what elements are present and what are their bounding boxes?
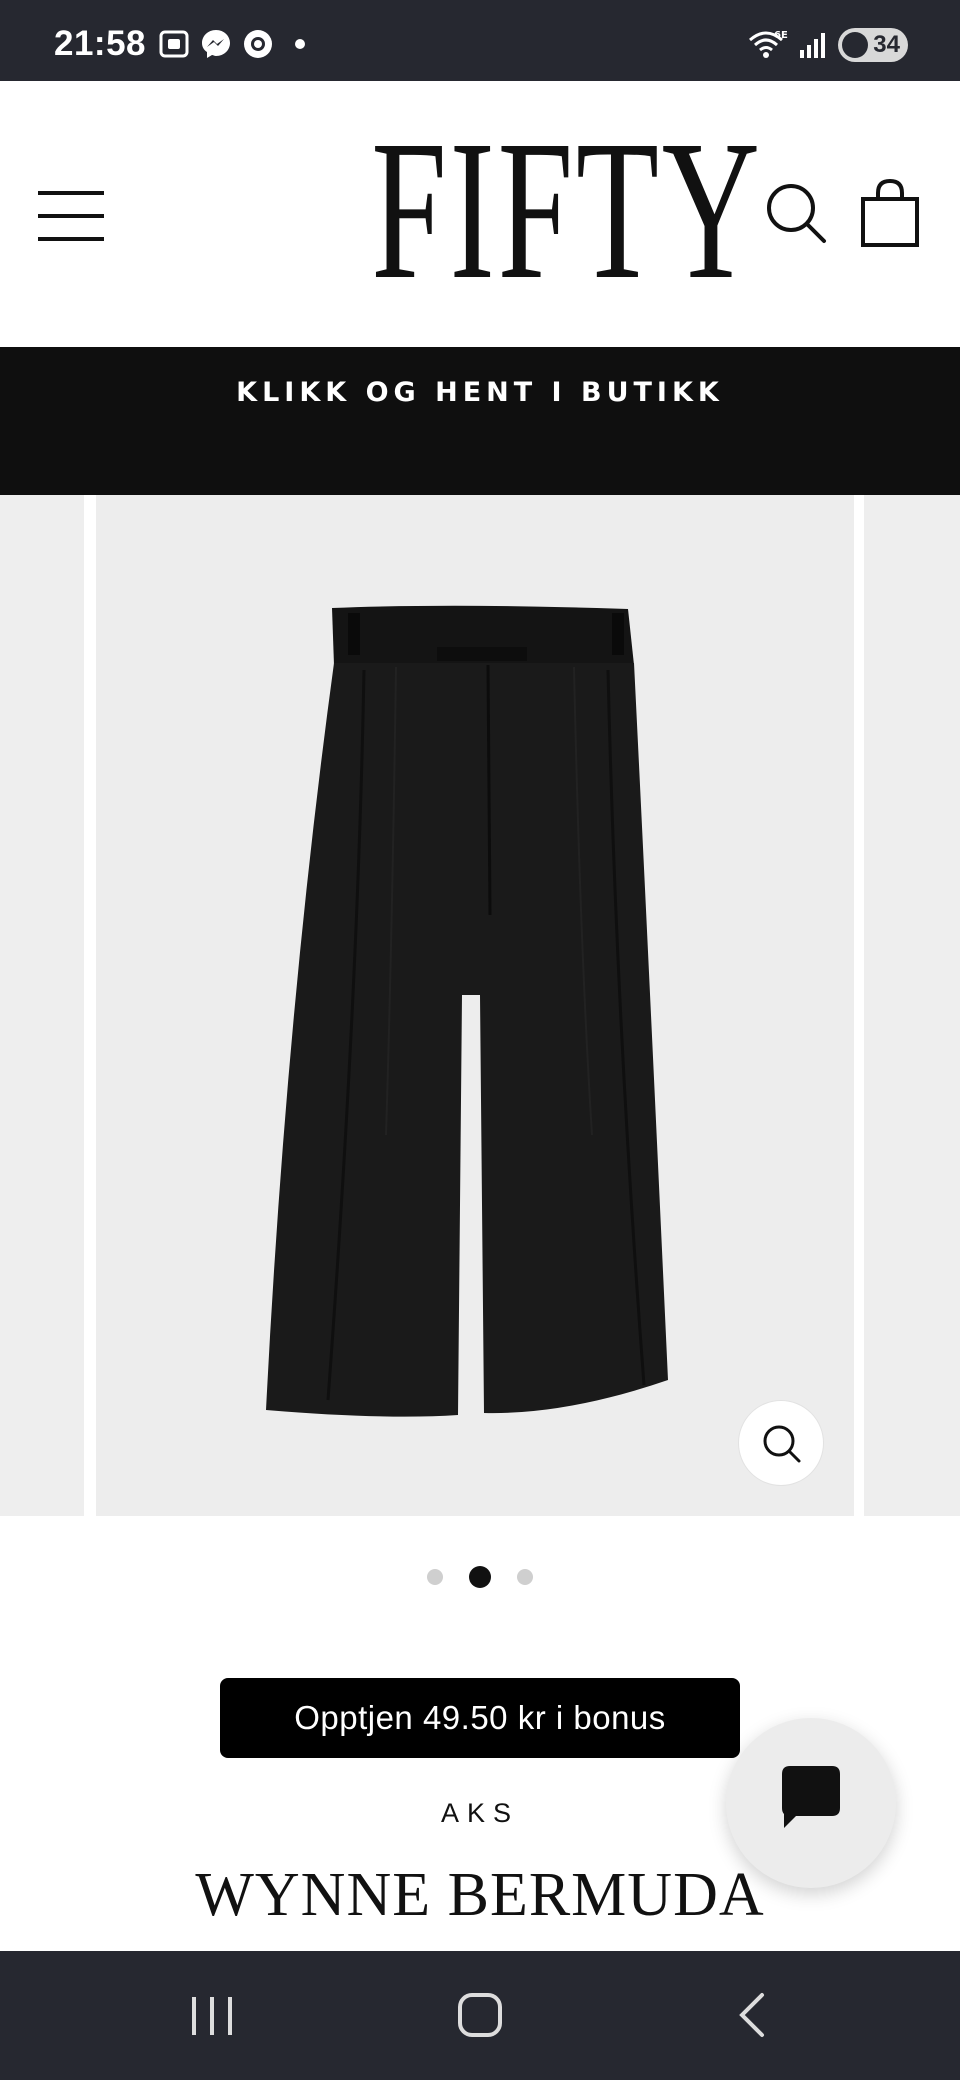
search-button[interactable] [764,181,828,245]
menu-icon-bar-top [38,191,104,195]
menu-icon-bar-bottom [38,237,104,241]
battery-level: 34 [873,31,900,58]
chrome-icon [244,30,272,58]
status-icons-right: 6E 34 [748,28,908,62]
menu-icon-bar-middle [38,214,104,218]
gallery-dot-3[interactable] [517,1569,533,1585]
bonus-badge: Opptjen 49.50 kr i bonus [220,1678,740,1758]
notification-dot-icon [295,39,305,49]
gallery-slide-previous[interactable] [0,495,84,1516]
battery-saver-icon [842,32,868,58]
gallery-dot-1[interactable] [427,1569,443,1585]
promo-banner[interactable]: KLIKK OG HENT I BUTIKK [0,347,960,495]
signal-icon [800,33,825,58]
status-icons-left [158,28,308,60]
messenger-icon [202,30,230,58]
cart-button[interactable] [858,177,922,249]
site-logo[interactable]: FIFTY [371,111,760,311]
search-icon [767,184,826,243]
wifi-6e-icon: 6E [749,30,788,58]
home-icon [458,1993,502,2037]
site-header: FIFTY [0,81,960,347]
chat-button[interactable] [726,1718,896,1888]
gallery-slide-next[interactable] [864,495,960,1516]
status-time: 21:58 [54,24,147,63]
home-button[interactable] [440,1985,520,2045]
screenshot-icon [159,30,189,58]
gallery-pagination [0,1566,960,1588]
menu-button[interactable] [38,191,104,241]
system-nav-bar [0,1951,960,2080]
recent-apps-button[interactable] [172,1985,252,2045]
shopping-bag-icon [861,178,919,247]
back-icon [739,1993,764,2037]
svg-text:6E: 6E [774,30,788,41]
gallery-dot-2[interactable] [469,1566,491,1588]
zoom-button[interactable] [738,1400,824,1486]
chat-bubble-icon [782,1766,840,1828]
bonus-text: Opptjen 49.50 kr i bonus [294,1699,666,1736]
status-bar: 21:58 6E 34 [0,0,960,81]
gallery-slide-current[interactable] [96,495,854,1516]
recent-apps-icon [192,1997,232,2035]
product-gallery[interactable] [0,495,960,1516]
zoom-icon [763,1425,801,1463]
promo-banner-text: KLIKK OG HENT I BUTIKK [236,377,724,408]
product-image [266,605,668,1417]
battery-indicator: 34 [838,28,908,62]
back-button[interactable] [712,1985,792,2045]
